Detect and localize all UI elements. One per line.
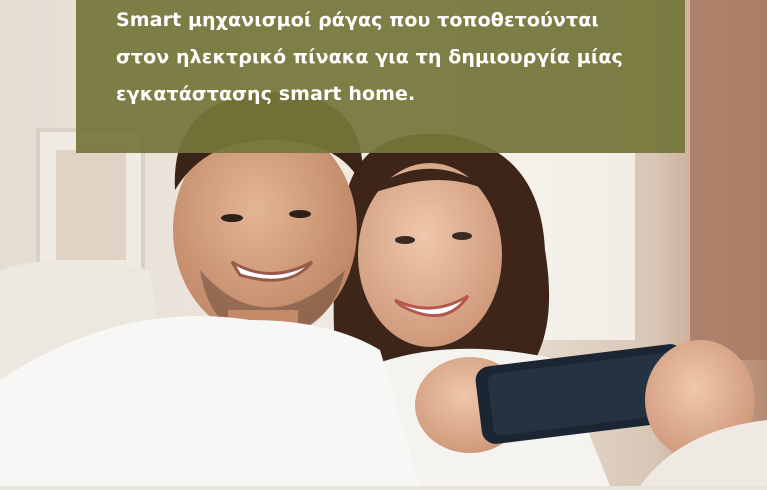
caption-text: Smart μηχανισμοί ράγας που τοποθετούνται… [116, 2, 685, 113]
caption-line-1: Smart μηχανισμοί ράγας που τοποθετούνται [116, 9, 599, 31]
caption-banner: Smart μηχανισμοί ράγας που τοποθετούνται… [76, 0, 685, 153]
caption-line-2: στον ηλεκτρικό πίνακα για τη δημιουργία … [116, 46, 623, 68]
caption-line-3: εγκατάστασης smart home. [116, 83, 416, 105]
curtain [690, 0, 767, 360]
